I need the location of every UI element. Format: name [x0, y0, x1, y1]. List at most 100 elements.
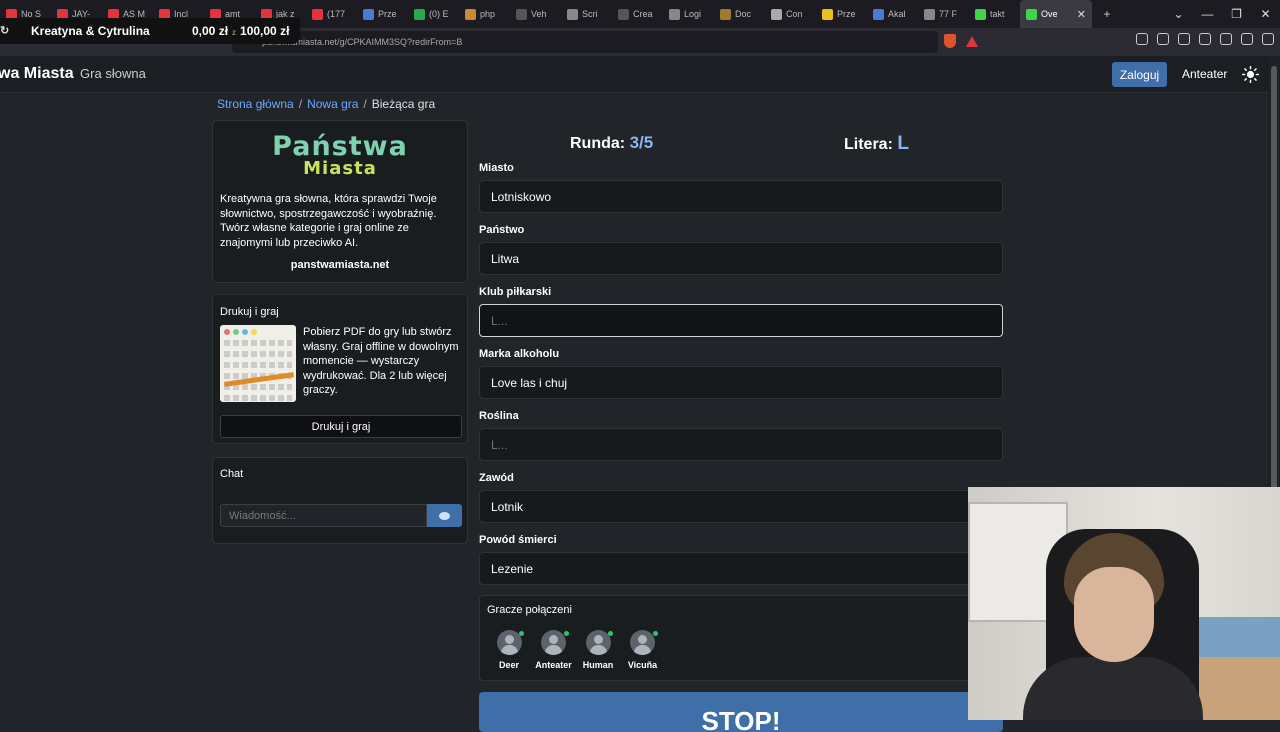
browser-tab[interactable]: Prze [816, 0, 867, 28]
field-label: Miasto [479, 162, 514, 174]
field-label: Powód śmierci [479, 534, 557, 546]
extensions-icon[interactable] [1136, 33, 1148, 45]
browser-tab[interactable]: Con [765, 0, 816, 28]
tab-search-icon[interactable]: ⌄ [1164, 7, 1193, 21]
breadcrumb: Strona główna / Nowa gra / Bieżąca gra [217, 97, 435, 111]
breadcrumb-home[interactable]: Strona główna [217, 97, 294, 111]
browser-tab[interactable]: Doc [714, 0, 765, 28]
category-input[interactable] [479, 366, 1003, 399]
chat-message-input[interactable] [220, 504, 427, 527]
round-value: 3/5 [629, 133, 654, 152]
round-label: Runda: [570, 135, 626, 152]
tab-favicon-icon [720, 8, 731, 20]
logo-line1: Państwa [272, 131, 408, 162]
login-button[interactable]: Zaloguj [1112, 62, 1167, 87]
tab-label: 77 F [939, 9, 958, 19]
leo-icon[interactable] [1220, 33, 1232, 45]
tab-favicon-icon [465, 8, 476, 20]
media-icon[interactable] [1157, 33, 1169, 45]
about-card: Państwa Miasta Kreatywna gra słowna, któ… [212, 120, 468, 283]
minimize-button[interactable]: — [1193, 7, 1222, 21]
field-label: Roślina [479, 410, 519, 422]
sun-icon[interactable] [1242, 66, 1259, 83]
tab-label: Scri [582, 9, 598, 19]
browser-tab[interactable]: Logi [663, 0, 714, 28]
avatar [630, 630, 655, 655]
address-bar[interactable]: panstwamiasta.net/g/CPKAIMM3SQ?redirFrom… [232, 31, 938, 53]
field-label: Klub piłkarski [479, 286, 552, 298]
menu-icon[interactable] [1262, 33, 1274, 45]
about-description: Kreatywna gra słowna, która sprawdzi Two… [220, 193, 437, 249]
avatar [496, 630, 522, 655]
online-status-icon [652, 631, 658, 636]
maximize-button[interactable]: ❐ [1222, 7, 1251, 21]
goal-separator: z [232, 28, 237, 37]
site-header: wa Miasta Gra słowna Zaloguj Anteater [0, 56, 1268, 93]
avatar [585, 630, 611, 655]
browser-tab[interactable]: Akal [867, 0, 918, 28]
browser-tab[interactable]: php [459, 0, 510, 28]
players-title: Gracze połączeni [487, 604, 572, 616]
vpn-icon[interactable] [1241, 33, 1253, 45]
sidebar-icon[interactable] [1178, 33, 1190, 45]
tab-close-icon[interactable]: ✕ [1077, 8, 1086, 21]
browser-tab[interactable]: Crea [612, 0, 663, 28]
chat-send-button[interactable] [427, 504, 462, 527]
tab-favicon-icon [516, 8, 527, 20]
site-brand[interactable]: wa Miasta Gra słowna [0, 65, 146, 83]
brand-subtitle: Gra słowna [80, 66, 146, 81]
online-status-icon [519, 631, 524, 636]
tab-label: Prze [837, 9, 856, 19]
connected-players-card: Gracze połączeni Deer Anteater Human Vicuña [479, 595, 1003, 681]
browser-tab[interactable]: takt [969, 0, 1020, 28]
site-logo: Państwa Miasta [213, 133, 467, 178]
wallet-icon[interactable] [1199, 33, 1211, 45]
tab-favicon-icon [1026, 8, 1037, 20]
tab-label: (0) E [429, 9, 449, 19]
brave-icons [944, 34, 978, 48]
browser-tab[interactable]: Veh [510, 0, 561, 28]
tab-label: Veh [531, 9, 547, 19]
category-input[interactable] [479, 428, 1003, 461]
stop-button[interactable]: STOP! [479, 692, 1003, 732]
letter-indicator: Litera: L [844, 133, 909, 155]
browser-tab[interactable]: Ove ✕ [1020, 0, 1092, 28]
field-label: Marka alkoholu [479, 348, 560, 360]
player-name: Vicuña [627, 660, 658, 670]
category-input[interactable] [479, 180, 1003, 213]
tab-favicon-icon [771, 8, 782, 20]
close-window-button[interactable]: ✕ [1251, 7, 1280, 21]
category-input[interactable] [479, 490, 1003, 523]
tab-label: Crea [633, 9, 653, 19]
browser-toolbar-icons [1136, 33, 1274, 45]
category-input[interactable] [479, 552, 1003, 585]
category-input[interactable] [479, 304, 1003, 337]
new-tab-button[interactable]: + [1092, 7, 1122, 21]
brave-shield-icon[interactable] [944, 34, 956, 48]
tab-favicon-icon [312, 8, 323, 20]
print-and-play-button[interactable]: Drukuj i graj [220, 415, 462, 438]
brave-rewards-icon[interactable] [966, 36, 978, 47]
tab-label: Akal [888, 9, 906, 19]
breadcrumb-separator: / [298, 97, 303, 111]
goal-title: Kreatyna & Cytrulina [31, 24, 150, 38]
browser-tab[interactable]: 77 F [918, 0, 969, 28]
tab-label: takt [990, 9, 1005, 19]
tab-label: Con [786, 9, 803, 19]
browser-tab[interactable]: (0) E [408, 0, 459, 28]
browser-tab[interactable]: Scri [561, 0, 612, 28]
print-description: Pobierz PDF do gry lub stwórz własny. Gr… [303, 326, 459, 396]
player-item: Deer [489, 630, 529, 670]
user-name[interactable]: Anteater [1182, 67, 1227, 81]
site-link[interactable]: panstwamiasta.net [213, 259, 467, 271]
avatar [541, 630, 566, 655]
print-card-title: Drukuj i graj [220, 306, 279, 318]
browser-tab[interactable]: (177 [306, 0, 357, 28]
tab-favicon-icon [567, 8, 578, 20]
browser-tab[interactable]: Prze [357, 0, 408, 28]
print-card: Drukuj i graj Pobierz PDF do gry lub stw… [212, 294, 468, 444]
brand-name: wa Miasta [0, 65, 74, 82]
tab-label: (177 [327, 9, 346, 19]
breadcrumb-new-game[interactable]: Nowa gra [307, 97, 358, 111]
category-input[interactable] [479, 242, 1003, 275]
